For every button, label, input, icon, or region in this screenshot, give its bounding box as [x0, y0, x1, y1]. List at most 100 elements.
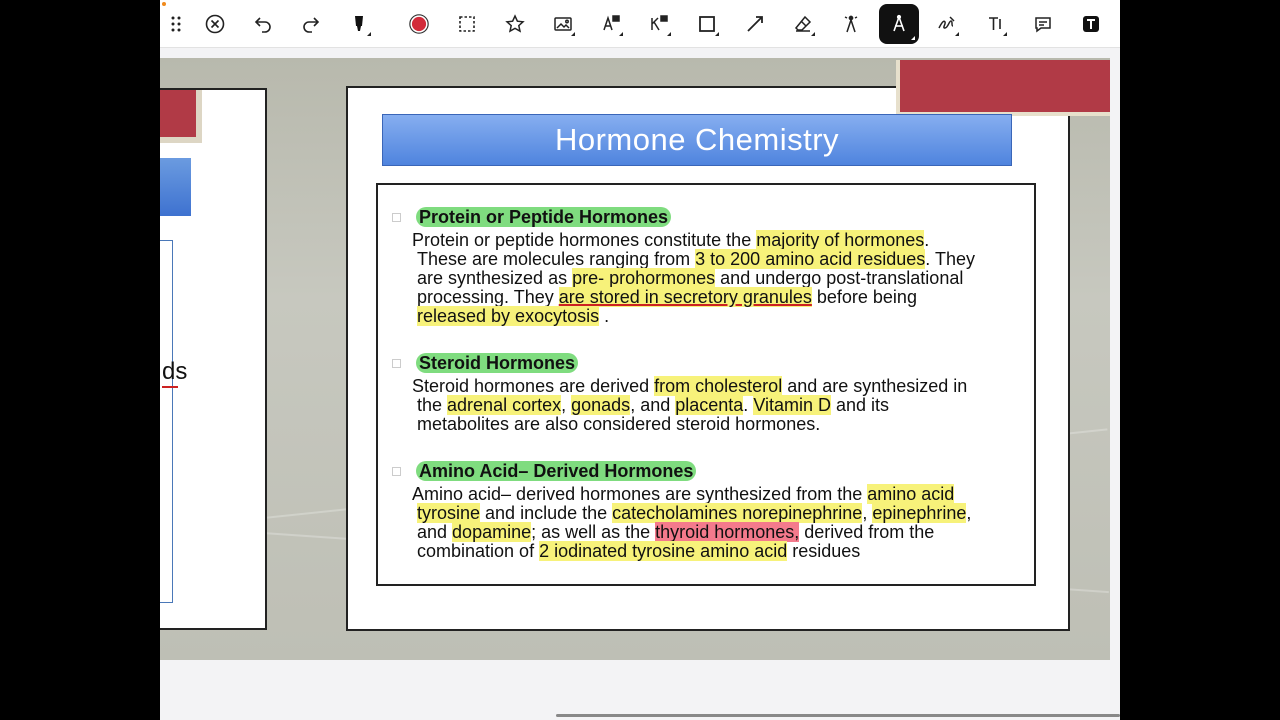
- body-text-line: metabolites are also considered steroid …: [412, 415, 1027, 434]
- text-run: Protein or peptide hormones constitute t…: [412, 230, 757, 250]
- slide-red-tab: [896, 60, 1110, 116]
- body-text-line: Protein or peptide hormones constitute t…: [412, 230, 1027, 250]
- body-text-line: combination of 2 iodinated tyrosine amin…: [412, 541, 1027, 561]
- annotation-toolbar: [160, 0, 1120, 48]
- text-run: Steroid hormones are derived: [412, 376, 655, 396]
- bullet-icon: [392, 467, 401, 476]
- text-run: .: [599, 306, 610, 326]
- rectangle-shape-icon[interactable]: [691, 8, 723, 40]
- text-run: Amino acid– derived hormones are synthes…: [412, 484, 868, 504]
- eraser-icon[interactable]: [787, 8, 819, 40]
- previous-slide-thumbnail[interactable]: ds: [160, 88, 267, 630]
- highlighted-text: from cholesterol: [654, 376, 783, 396]
- highlighted-text: pre- prohormones: [572, 268, 716, 288]
- lasso-select-icon[interactable]: [451, 8, 483, 40]
- section-heading: Protein or Peptide Hormones: [416, 207, 672, 228]
- text-run: combination of: [417, 541, 540, 561]
- image-icon[interactable]: [547, 8, 579, 40]
- text-box-icon[interactable]: [1075, 8, 1107, 40]
- section-body: Steroid hormones are derived from choles…: [412, 376, 1027, 434]
- keyboard-shortcut-icon[interactable]: [643, 8, 675, 40]
- color-picker-icon[interactable]: [403, 8, 435, 40]
- highlighted-text: tyrosine: [417, 503, 481, 523]
- slide-title-bar: Hormone Chemistry: [382, 114, 1012, 166]
- line-arrow-icon[interactable]: [739, 8, 771, 40]
- app-window: ds Hormone Chemistry Protein or Peptide …: [160, 0, 1120, 720]
- text-run: and its: [831, 395, 890, 415]
- slide-fragment-text: ds: [162, 358, 188, 385]
- text-run: , and: [630, 395, 676, 415]
- slide-content-box: [160, 240, 173, 603]
- highlighted-text: epinephrine: [872, 503, 967, 523]
- text-run: and are synthesized in: [782, 376, 968, 396]
- slide-title: Hormone Chemistry: [554, 122, 840, 157]
- text-run: derived from the: [799, 522, 935, 542]
- body-text-line: released by exocytosis .: [412, 306, 1027, 326]
- section-body: Amino acid– derived hormones are synthes…: [412, 484, 1027, 561]
- text-run: are synthesized as: [417, 268, 573, 288]
- section-heading: Amino Acid– Derived Hormones: [416, 461, 697, 482]
- comment-icon[interactable]: [1027, 8, 1059, 40]
- text-run: before being: [811, 287, 917, 307]
- section-body: Protein or peptide hormones constitute t…: [412, 230, 1027, 326]
- text-run: ; as well as the: [531, 522, 656, 542]
- highlighted-text: amino acid: [867, 484, 955, 504]
- body-text-line: the adrenal cortex, gonads, and placenta…: [412, 395, 1027, 415]
- highlighted-text: released by exocytosis: [417, 306, 600, 326]
- current-slide[interactable]: Hormone Chemistry Protein or Peptide Hor…: [346, 60, 1110, 631]
- text-run: . They: [925, 249, 975, 269]
- text-run: metabolites are also considered steroid …: [417, 414, 821, 434]
- compass-tool-icon[interactable]: [879, 4, 919, 44]
- section-heading: Steroid Hormones: [416, 353, 579, 374]
- text-run: .: [924, 230, 930, 250]
- body-text-line: and dopamine; as well as the thyroid hor…: [412, 522, 1027, 542]
- home-indicator: [556, 714, 1120, 717]
- slide-red-tab: [160, 90, 202, 143]
- highlighted-text: 3 to 200 amino acid residues: [695, 249, 926, 269]
- highlighted-text: thyroid hormones,: [655, 522, 800, 542]
- bullet-icon: [392, 359, 401, 368]
- handwriting-icon[interactable]: [931, 8, 963, 40]
- text-tool-icon[interactable]: [979, 8, 1011, 40]
- slide-content-box: Protein or Peptide Hormones Protein or p…: [376, 183, 1036, 586]
- drag-handle-icon[interactable]: [160, 8, 192, 40]
- highlighted-text: gonads: [571, 395, 631, 415]
- highlighted-text: adrenal cortex: [447, 395, 562, 415]
- document-canvas[interactable]: ds Hormone Chemistry Protein or Peptide …: [160, 58, 1110, 660]
- text-run: processing. They: [417, 287, 559, 307]
- body-text-line: tyrosine and include the catecholamines …: [412, 503, 1027, 523]
- slide-title-bar: [160, 158, 191, 216]
- text-run: the: [417, 395, 448, 415]
- highlighted-text: 2 iodinated tyrosine amino acid: [539, 541, 788, 561]
- body-text-line: These are molecules ranging from 3 to 20…: [412, 249, 1027, 269]
- highlighted-text: majority of hormones: [756, 230, 925, 250]
- laser-pointer-icon[interactable]: [835, 8, 867, 40]
- highlighted-text: catecholamines norepinephrine: [612, 503, 863, 523]
- bullet-icon: [392, 213, 401, 222]
- text-run: and include the: [480, 503, 613, 523]
- body-text-line: Amino acid– derived hormones are synthes…: [412, 484, 1027, 504]
- body-text-line: are synthesized as pre- prohormones and …: [412, 268, 1027, 288]
- text-run: residues: [787, 541, 861, 561]
- text-recognition-icon[interactable]: [595, 8, 627, 40]
- annotation-underline: [162, 386, 178, 388]
- text-run: and undergo post-translational: [715, 268, 964, 288]
- text-run: These are molecules ranging from: [417, 249, 696, 269]
- text-run: ,: [862, 503, 873, 523]
- highlighted-text: are stored in secretory granules: [558, 287, 812, 307]
- close-circle-icon[interactable]: [199, 8, 231, 40]
- highlighted-text: Vitamin D: [753, 395, 832, 415]
- undo-icon[interactable]: [247, 8, 279, 40]
- body-text-line: Steroid hormones are derived from choles…: [412, 376, 1027, 396]
- status-dot: [162, 2, 166, 6]
- highlighter-pen-icon[interactable]: [343, 8, 375, 40]
- text-run: ,: [561, 395, 572, 415]
- body-text-line: processing. They are stored in secretory…: [412, 287, 1027, 307]
- highlighted-text: dopamine: [452, 522, 532, 542]
- redo-icon[interactable]: [295, 8, 327, 40]
- text-run: .: [743, 395, 754, 415]
- highlighted-text: placenta: [675, 395, 744, 415]
- star-icon[interactable]: [499, 8, 531, 40]
- text-run: and: [417, 522, 453, 542]
- text-run: ,: [966, 503, 972, 523]
